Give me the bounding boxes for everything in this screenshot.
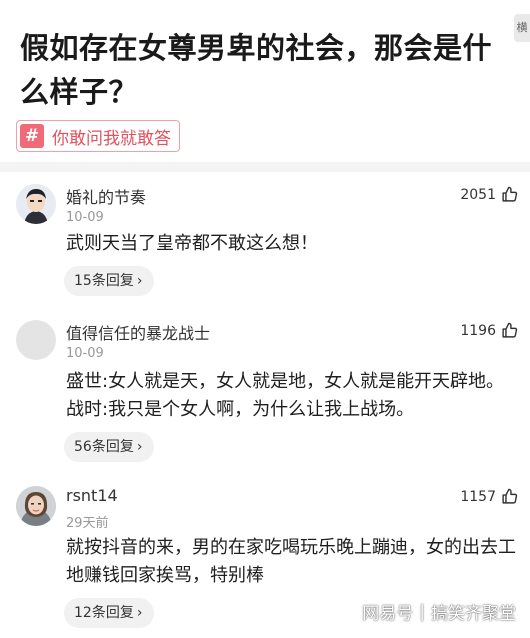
comment-date: 29天前 bbox=[66, 516, 109, 531]
replies-button[interactable]: 12条回复 › bbox=[64, 598, 155, 628]
chevron-right-icon: › bbox=[136, 605, 143, 621]
side-tab[interactable]: 横 bbox=[514, 14, 530, 42]
chevron-right-icon: › bbox=[136, 439, 143, 455]
comment-date: 10-09 bbox=[66, 346, 104, 361]
comment-text: 盛世:女人就是天，女人就是地，女人就是能开天辟地。 战时:我只是个女人啊，为什么… bbox=[66, 371, 530, 420]
like-count: 2051 bbox=[460, 186, 496, 203]
comment-text: 武则天当了皇帝都不敢这么想！ bbox=[66, 233, 318, 254]
comment-item: 值得信任的暴龙战士 10-09 1196 盛世:女人就是天，女人就是地，女人就是… bbox=[0, 316, 530, 466]
topic-tag-label: 你敢问我就敢答 bbox=[52, 128, 171, 149]
chevron-right-icon: › bbox=[136, 273, 143, 289]
comment-date: 10-09 bbox=[66, 210, 104, 225]
thumbs-up-icon bbox=[502, 186, 518, 202]
replies-button[interactable]: 56条回复 › bbox=[64, 432, 155, 462]
watermark: 网易号 | 搞笑齐聚堂 bbox=[362, 599, 516, 625]
thumbs-up-icon bbox=[502, 322, 518, 338]
thumbs-up-icon bbox=[502, 488, 518, 504]
avatar[interactable] bbox=[16, 486, 56, 526]
like-button[interactable]: 1196 bbox=[460, 322, 518, 339]
replies-label: 12条回复 bbox=[74, 605, 134, 621]
comment-username[interactable]: 婚礼的节奏 bbox=[66, 184, 146, 208]
watermark-source: 网易号 bbox=[362, 604, 414, 624]
post-title: 假如存在女尊男卑的社会，那会是什么样子？ bbox=[20, 31, 493, 109]
avatar[interactable] bbox=[16, 184, 56, 224]
watermark-account: 搞笑齐聚堂 bbox=[431, 604, 516, 624]
avatar[interactable] bbox=[16, 320, 56, 360]
like-count: 1157 bbox=[460, 488, 496, 505]
like-count: 1196 bbox=[460, 322, 496, 339]
section-divider bbox=[0, 162, 530, 172]
comment-username[interactable]: 值得信任的暴龙战士 bbox=[66, 320, 210, 344]
like-button[interactable]: 1157 bbox=[460, 488, 518, 505]
comment-text: 就按抖音的来，男的在家吃喝玩乐晚上蹦迪，女的出去工地赚钱回家挨骂，特别棒 bbox=[66, 537, 516, 586]
replies-label: 15条回复 bbox=[74, 273, 134, 289]
replies-button[interactable]: 15条回复 › bbox=[64, 266, 155, 296]
replies-label: 56条回复 bbox=[74, 439, 134, 455]
comment-item: 婚礼的节奏 10-09 2051 武则天当了皇帝都不敢这么想！ 15条回复 › bbox=[0, 180, 530, 300]
topic-tag[interactable]: # 你敢问我就敢答 bbox=[16, 120, 180, 152]
hashtag-icon: # bbox=[20, 124, 44, 148]
watermark-separator: | bbox=[419, 601, 425, 622]
comment-username[interactable]: rsnt14 bbox=[66, 486, 118, 505]
like-button[interactable]: 2051 bbox=[460, 186, 518, 203]
